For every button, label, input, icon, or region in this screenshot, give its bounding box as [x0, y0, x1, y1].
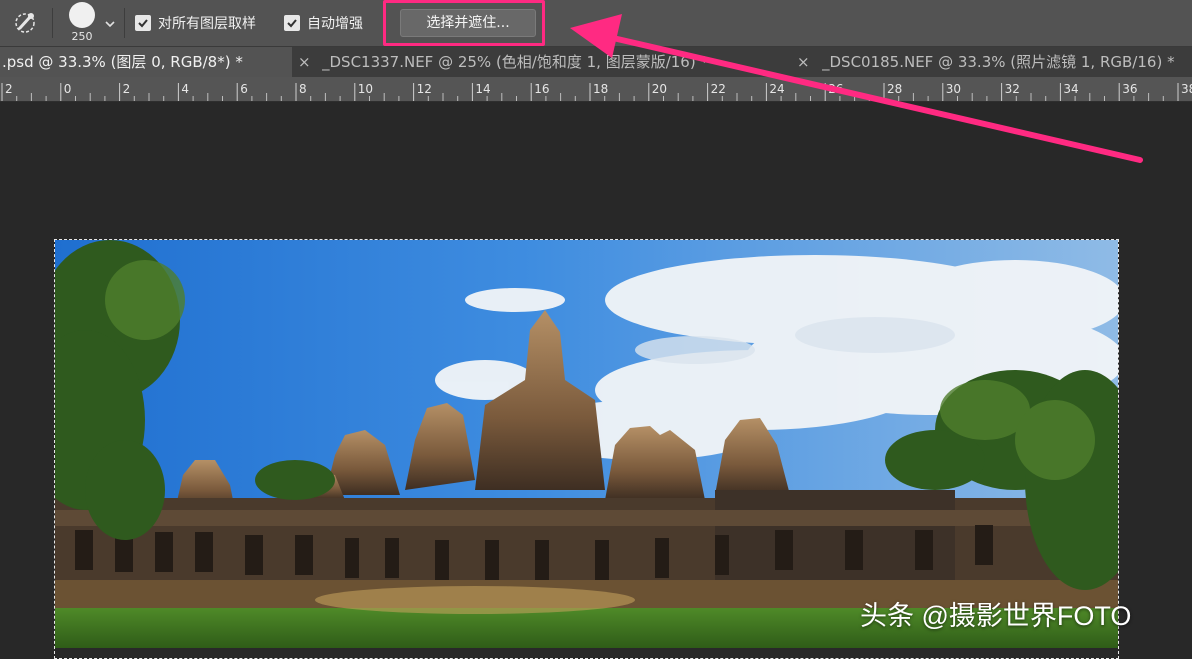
ruler-label: 38: [1181, 82, 1192, 96]
sample-all-layers-label: 对所有图层取样: [158, 16, 256, 32]
ruler-label: 26: [828, 82, 843, 96]
options-bar: 250 对所有图层取样 自动增强 选择并遮住...: [0, 0, 1192, 47]
quick-selection-icon[interactable]: [10, 9, 40, 35]
temple-photo: [55, 240, 1118, 648]
watermark-text: 头条 @摄影世界FOTO: [860, 601, 1132, 631]
ruler-label: 0: [64, 82, 72, 96]
ruler-label: 14: [475, 82, 490, 96]
ruler-label: 6: [240, 82, 248, 96]
checkmark-icon: [284, 15, 300, 31]
brush-size-value: 250: [71, 30, 93, 43]
highlight-box: [383, 0, 545, 46]
checkmark-icon: [135, 15, 151, 31]
ruler-label: 16: [534, 82, 549, 96]
divider: [52, 8, 53, 38]
ruler-label: 12: [417, 82, 432, 96]
tab-document-2[interactable]: _DSC1337.NEF @ 25% (色相/饱和度 1, 图层蒙版/16) *: [322, 47, 782, 77]
close-icon[interactable]: ×: [298, 47, 311, 77]
brush-preset-picker[interactable]: 250: [66, 2, 102, 44]
ruler-label: 24: [769, 82, 784, 96]
ruler-label: 10: [358, 82, 373, 96]
ruler-label: 30: [946, 82, 961, 96]
sample-all-layers-checkbox[interactable]: 对所有图层取样: [135, 13, 256, 33]
brush-tip-icon: [69, 2, 95, 28]
ruler-label: 2: [123, 82, 131, 96]
close-icon[interactable]: ×: [797, 47, 810, 77]
document-tabs: .psd @ 33.3% (图层 0, RGB/8*) * × _DSC1337…: [0, 47, 1192, 77]
auto-enhance-label: 自动增强: [307, 16, 363, 32]
divider: [124, 8, 125, 38]
ruler-label: 18: [593, 82, 608, 96]
ruler-label: 8: [299, 82, 307, 96]
ruler-label: 2: [5, 82, 13, 96]
ruler-label: 28: [887, 82, 902, 96]
ruler-label: 32: [1005, 82, 1020, 96]
ruler-label: 20: [652, 82, 667, 96]
ruler-ticks: 202468101214161820222426283032343638: [1, 82, 1192, 101]
chevron-down-icon[interactable]: [104, 14, 116, 33]
ruler-label: 34: [1063, 82, 1078, 96]
ruler-label: 4: [181, 82, 189, 96]
auto-enhance-checkbox[interactable]: 自动增强: [284, 13, 363, 33]
horizontal-ruler[interactable]: 202468101214161820222426283032343638: [0, 77, 1192, 102]
tab-document-3[interactable]: _DSC0185.NEF @ 33.3% (照片滤镜 1, RGB/16) *: [822, 47, 1192, 77]
ruler-label: 36: [1122, 82, 1137, 96]
ruler-label: 22: [711, 82, 726, 96]
tab-document-1[interactable]: .psd @ 33.3% (图层 0, RGB/8*) *: [0, 47, 292, 77]
